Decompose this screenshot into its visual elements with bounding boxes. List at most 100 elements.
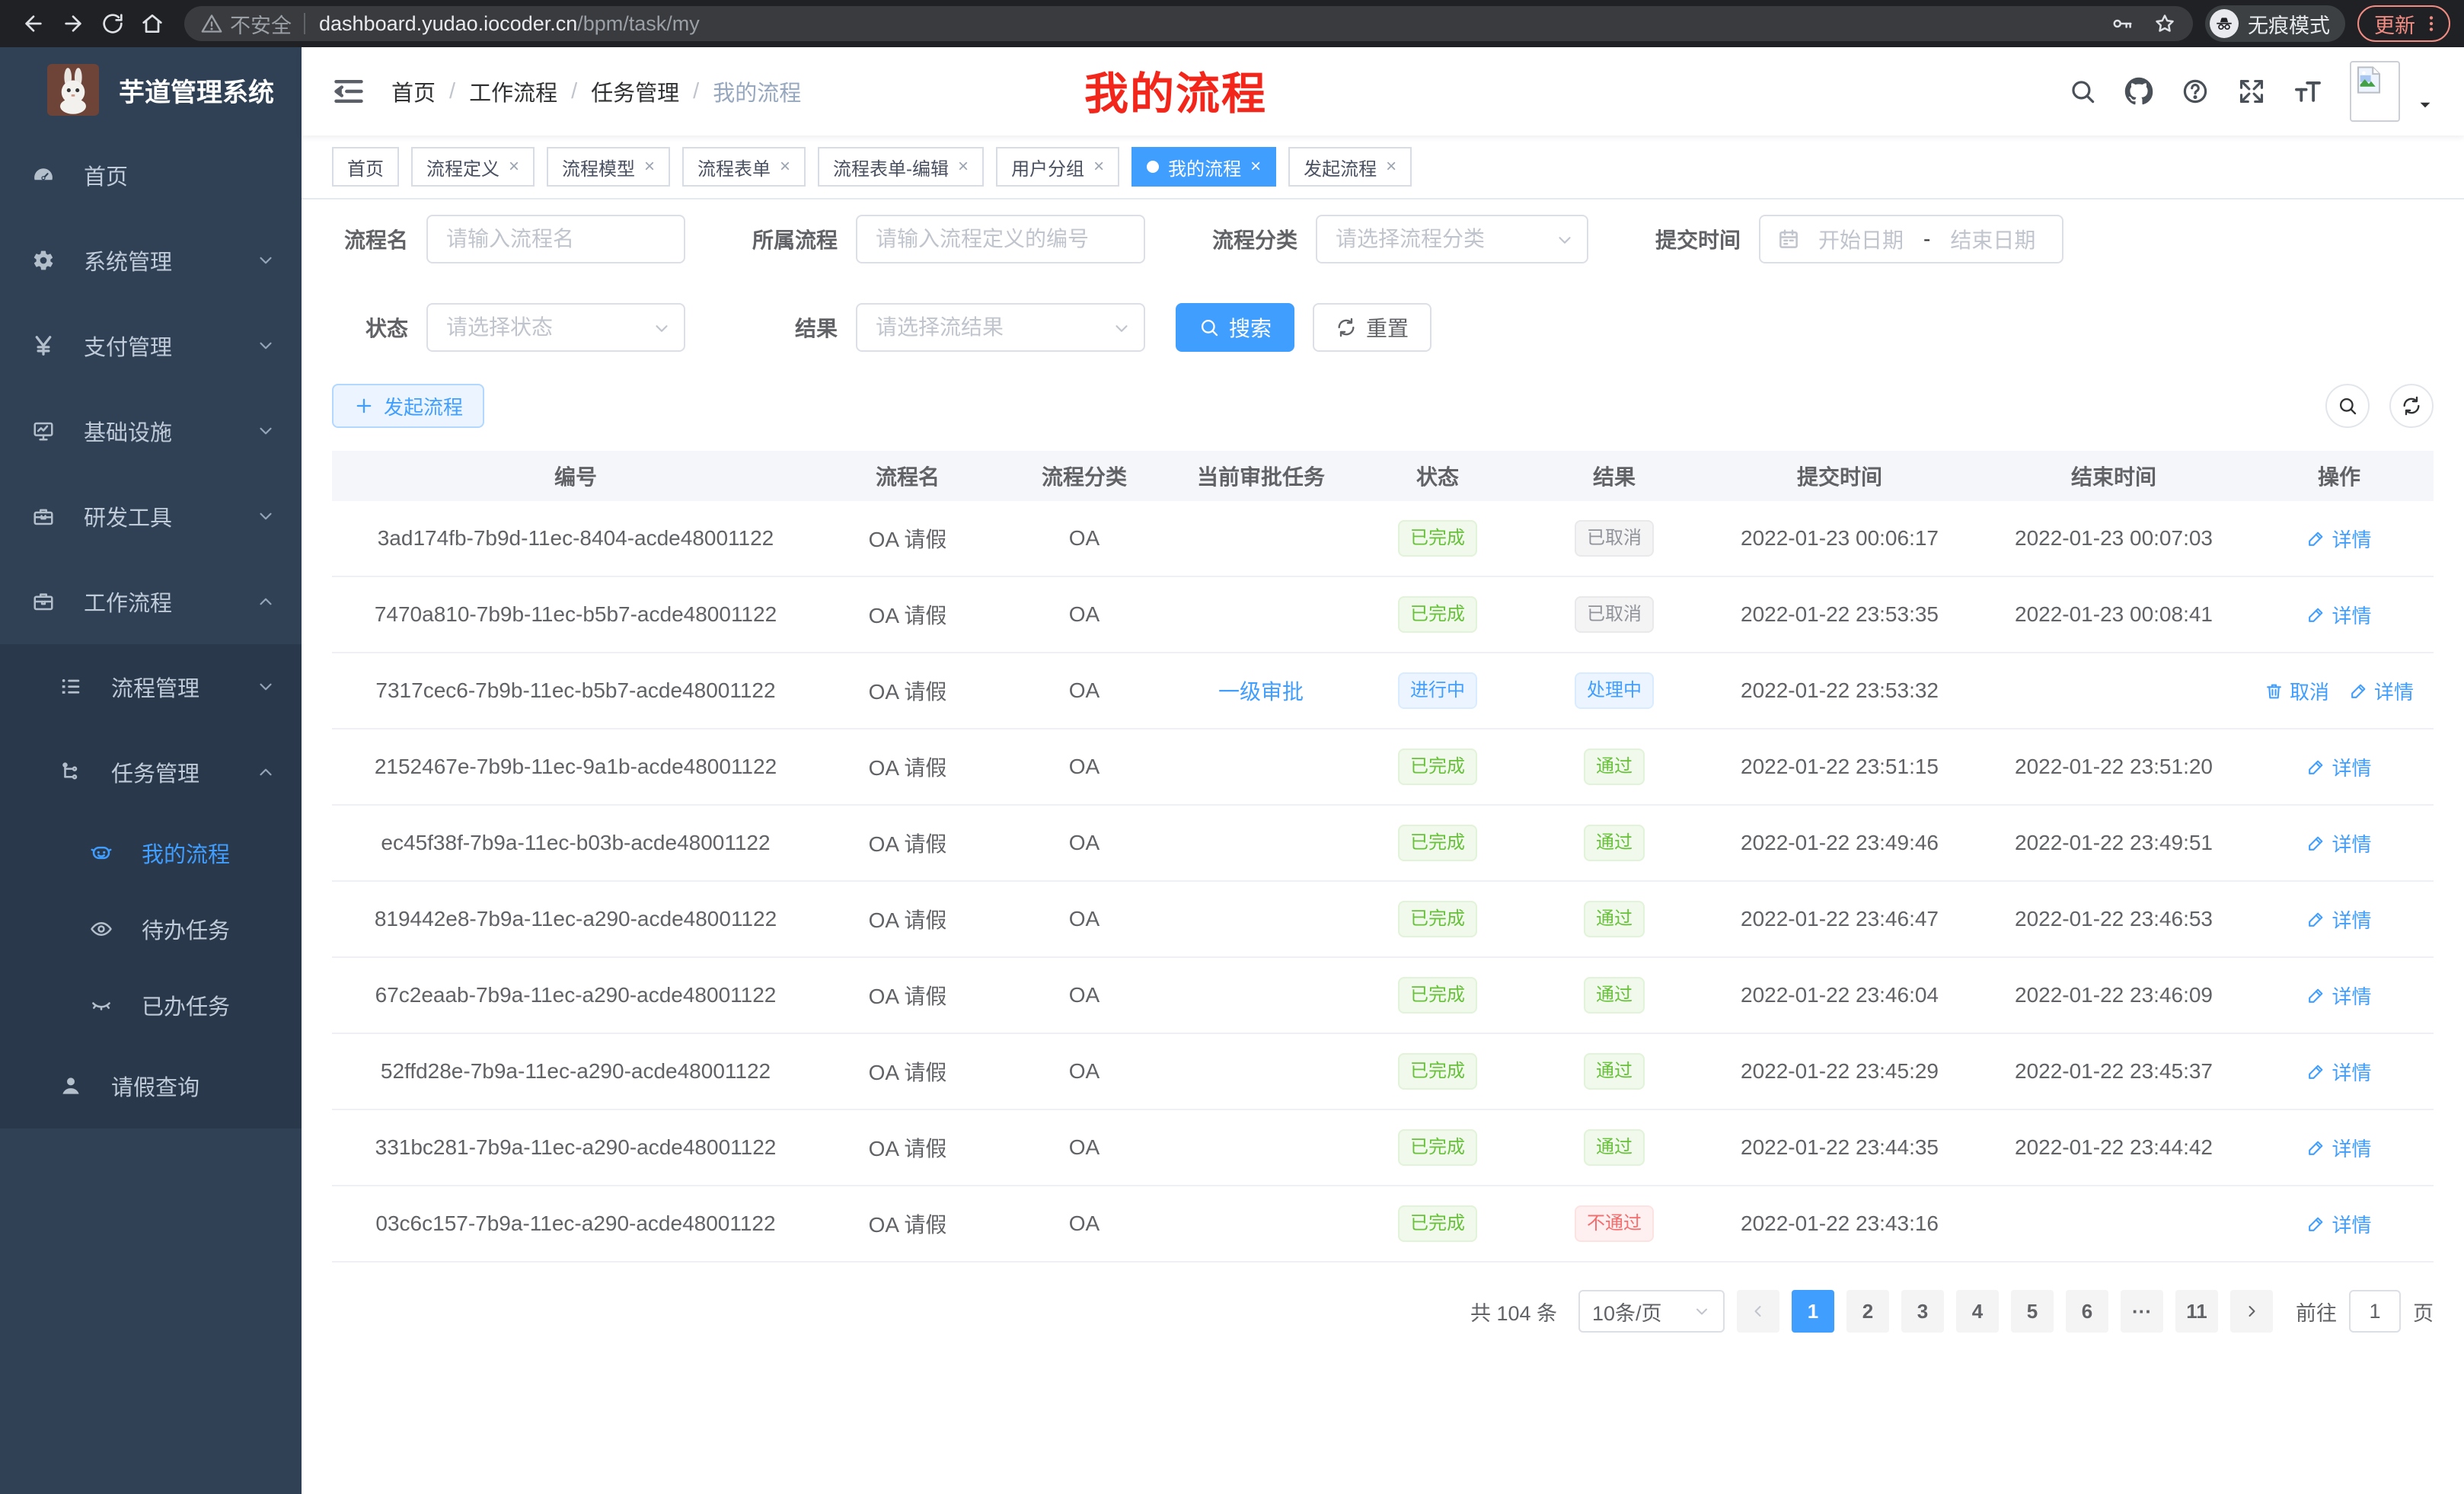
sidebar-item-支付管理[interactable]: 支付管理 bbox=[0, 303, 302, 388]
category-select[interactable] bbox=[1316, 215, 1588, 263]
detail-link[interactable]: 详情 bbox=[2306, 829, 2371, 857]
result-badge: 通过 bbox=[1584, 825, 1645, 861]
cell-actions: 详情 bbox=[2251, 601, 2427, 629]
parent-process-input[interactable] bbox=[856, 215, 1145, 263]
close-icon[interactable]: × bbox=[1386, 156, 1396, 177]
tab-流程模型[interactable]: 流程模型× bbox=[547, 147, 670, 187]
status-select[interactable] bbox=[426, 303, 685, 352]
sidebar-item-label: 流程管理 bbox=[111, 671, 199, 703]
detail-link[interactable]: 详情 bbox=[2306, 1210, 2371, 1238]
password-key-icon[interactable] bbox=[2111, 12, 2134, 35]
tab-发起流程[interactable]: 发起流程× bbox=[1288, 147, 1412, 187]
result-select-input[interactable] bbox=[856, 303, 1145, 352]
home-icon[interactable] bbox=[132, 4, 172, 43]
page-button-4[interactable]: 4 bbox=[1956, 1290, 1999, 1333]
close-icon[interactable]: × bbox=[1250, 156, 1261, 177]
sidebar-item-任务管理[interactable]: 任务管理 bbox=[0, 729, 302, 815]
tab-流程表单-编辑[interactable]: 流程表单-编辑× bbox=[818, 147, 984, 187]
detail-link[interactable]: 详情 bbox=[2306, 601, 2371, 629]
forward-icon[interactable] bbox=[53, 4, 93, 43]
sidebar-item-基础设施[interactable]: 基础设施 bbox=[0, 388, 302, 474]
detail-link[interactable]: 详情 bbox=[2306, 753, 2371, 781]
sidebar-item-系统管理[interactable]: 系统管理 bbox=[0, 218, 302, 303]
page-button-6[interactable]: 6 bbox=[2066, 1290, 2108, 1333]
task-link[interactable]: 一级审批 bbox=[1218, 680, 1304, 704]
goto-page-input[interactable] bbox=[2349, 1290, 2401, 1333]
cell-process-id: 7317cec6-7b9b-11ec-b5b7-acde48001122 bbox=[332, 678, 819, 703]
reload-icon[interactable] bbox=[93, 4, 132, 43]
sidebar-item-流程管理[interactable]: 流程管理 bbox=[0, 644, 302, 729]
sidebar-item-待办任务[interactable]: 待办任务 bbox=[0, 891, 302, 967]
page-button-1[interactable]: 1 bbox=[1792, 1290, 1834, 1333]
sidebar-item-已办任务[interactable]: 已办任务 bbox=[0, 967, 302, 1043]
trash-icon bbox=[2265, 682, 2284, 701]
detail-link[interactable]: 详情 bbox=[2306, 982, 2371, 1010]
search-icon[interactable] bbox=[2068, 77, 2097, 106]
page-size-select[interactable]: 10条/页 bbox=[1578, 1290, 1725, 1333]
chrome-menu-icon[interactable] bbox=[2421, 14, 2441, 34]
reset-button[interactable]: 重置 bbox=[1313, 303, 1431, 352]
create-process-button[interactable]: 发起流程 bbox=[332, 384, 484, 428]
sidebar-item-我的流程[interactable]: 我的流程 bbox=[0, 815, 302, 891]
next-page-button[interactable] bbox=[2230, 1290, 2273, 1333]
cancel-link[interactable]: 取消 bbox=[2265, 677, 2329, 705]
result: 通过 bbox=[1526, 825, 1703, 861]
sidebar-item-label: 任务管理 bbox=[111, 756, 199, 788]
cell-end-time: 2022-01-22 23:44:42 bbox=[1977, 1135, 2251, 1160]
chrome-update-button[interactable]: 更新 bbox=[2357, 5, 2450, 42]
detail-link[interactable]: 详情 bbox=[2306, 525, 2371, 553]
page-button-3[interactable]: 3 bbox=[1901, 1290, 1944, 1333]
submit-time-range-picker[interactable]: 开始日期 - 结束日期 bbox=[1759, 215, 2063, 263]
category-select-input[interactable] bbox=[1316, 215, 1588, 263]
close-icon[interactable]: × bbox=[780, 156, 790, 177]
sidebar-item-研发工具[interactable]: 研发工具 bbox=[0, 474, 302, 559]
close-icon[interactable]: × bbox=[509, 156, 519, 177]
fullscreen-icon[interactable] bbox=[2237, 77, 2266, 106]
cell-end-time: 2022-01-22 23:45:37 bbox=[1977, 1059, 2251, 1084]
detail-link[interactable]: 详情 bbox=[2306, 1134, 2371, 1162]
close-icon[interactable]: × bbox=[644, 156, 655, 177]
tab-流程定义[interactable]: 流程定义× bbox=[411, 147, 535, 187]
breadcrumb-item[interactable]: 首页 bbox=[391, 75, 436, 107]
page-button-5[interactable]: 5 bbox=[2011, 1290, 2054, 1333]
parent-process-label: 所属流程 bbox=[731, 224, 838, 254]
app-logo[interactable]: 芋道管理系统 bbox=[0, 47, 302, 132]
create-process-label: 发起流程 bbox=[384, 392, 463, 420]
close-icon[interactable]: × bbox=[958, 156, 969, 177]
filter-form-row-2: 状态 结果 搜索 bbox=[332, 303, 2434, 352]
result-select[interactable] bbox=[856, 303, 1145, 352]
status-select-input[interactable] bbox=[426, 303, 685, 352]
sidebar-item-首页[interactable]: 首页 bbox=[0, 132, 302, 218]
search-button[interactable]: 搜索 bbox=[1176, 303, 1294, 352]
font-size-icon[interactable] bbox=[2293, 77, 2322, 106]
cell-submit-time: 2022-01-22 23:51:15 bbox=[1703, 755, 1977, 779]
close-icon[interactable]: × bbox=[1093, 156, 1104, 177]
back-icon[interactable] bbox=[14, 4, 53, 43]
help-icon[interactable] bbox=[2181, 77, 2210, 106]
detail-link[interactable]: 详情 bbox=[2349, 677, 2414, 705]
menu-fold-icon[interactable] bbox=[332, 75, 365, 108]
url-bar[interactable]: 不安全 dashboard.yudao.iocoder.cn/bpm/task/… bbox=[184, 6, 2193, 41]
tab-我的流程[interactable]: 我的流程× bbox=[1131, 147, 1276, 187]
sidebar-item-工作流程[interactable]: 工作流程 bbox=[0, 559, 302, 644]
pager-ellipsis[interactable]: ··· bbox=[2121, 1290, 2163, 1333]
avatar[interactable] bbox=[2350, 61, 2400, 122]
refresh-table-button[interactable] bbox=[2389, 384, 2434, 428]
table-row: 52ffd28e-7b9a-11ec-a290-acde48001122OA 请… bbox=[332, 1034, 2434, 1110]
process-name-input[interactable] bbox=[426, 215, 685, 263]
toggle-search-button[interactable] bbox=[2325, 384, 2370, 428]
caret-down-icon[interactable] bbox=[2417, 94, 2434, 111]
prev-page-button[interactable] bbox=[1737, 1290, 1779, 1333]
detail-link[interactable]: 详情 bbox=[2306, 905, 2371, 934]
bookmark-star-icon[interactable] bbox=[2153, 12, 2176, 35]
detail-link[interactable]: 详情 bbox=[2306, 1058, 2371, 1086]
tab-流程表单[interactable]: 流程表单× bbox=[682, 147, 806, 187]
action-label: 详情 bbox=[2332, 525, 2371, 553]
tab-首页[interactable]: 首页 bbox=[332, 147, 399, 187]
sidebar-item-请假查询[interactable]: 请假查询 bbox=[0, 1043, 302, 1128]
page-button-11[interactable]: 11 bbox=[2175, 1290, 2218, 1333]
github-icon[interactable] bbox=[2124, 77, 2153, 106]
cell-submit-time: 2022-01-22 23:53:32 bbox=[1703, 678, 1977, 703]
page-button-2[interactable]: 2 bbox=[1846, 1290, 1889, 1333]
tab-用户分组[interactable]: 用户分组× bbox=[996, 147, 1119, 187]
